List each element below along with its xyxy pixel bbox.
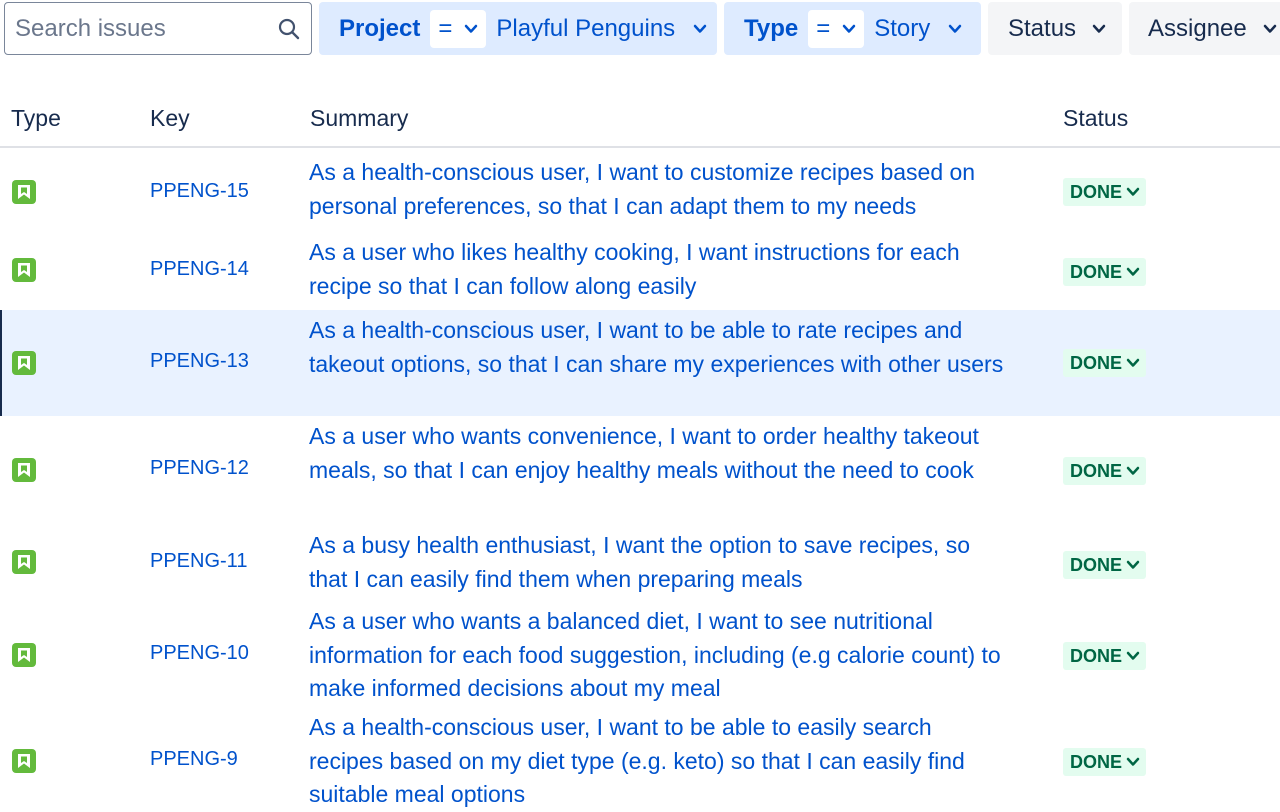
assignee-filter[interactable]: Assignee	[1129, 2, 1280, 55]
table-header: Type Key Summary Status	[0, 92, 1280, 148]
status-label: DONE	[1070, 645, 1123, 666]
status-lozenge[interactable]: DONE	[1063, 457, 1147, 485]
column-header-status[interactable]: Status	[1063, 105, 1128, 132]
chevron-down-icon	[464, 22, 478, 36]
status-filter-label: Status	[1008, 14, 1077, 42]
type-filter[interactable]: Type = Story	[724, 2, 981, 55]
project-operator-select[interactable]: =	[430, 9, 487, 48]
table-row[interactable]: PPENG-9 As a health-conscious user, I wa…	[0, 704, 1280, 808]
status-label: DONE	[1070, 261, 1123, 282]
column-header-summary[interactable]: Summary	[310, 105, 408, 132]
issue-summary-link[interactable]: As a busy health enthusiast, I want the …	[309, 529, 1009, 596]
chevron-down-icon	[1126, 356, 1140, 370]
column-header-type[interactable]: Type	[11, 105, 61, 132]
issue-key-link[interactable]: PPENG-14	[150, 258, 249, 281]
project-filter-label: Project	[339, 14, 421, 42]
status-lozenge[interactable]: DONE	[1063, 642, 1147, 670]
story-icon	[12, 258, 36, 282]
issue-key-link[interactable]: PPENG-15	[150, 180, 249, 203]
status-label: DONE	[1070, 460, 1123, 481]
table-row[interactable]: PPENG-12 As a user who wants convenience…	[0, 416, 1280, 522]
issue-key-link[interactable]: PPENG-11	[150, 550, 247, 573]
chevron-down-icon	[1126, 755, 1140, 769]
issue-summary-link[interactable]: As a user who wants a balanced diet, I w…	[309, 605, 1009, 706]
chevron-down-icon	[1126, 649, 1140, 663]
status-label: DONE	[1070, 751, 1123, 772]
chevron-down-icon	[1126, 464, 1140, 478]
table-row[interactable]: PPENG-11 As a busy health enthusiast, I …	[0, 522, 1280, 598]
story-icon	[12, 351, 36, 375]
chevron-down-icon	[1263, 22, 1277, 36]
issue-summary-link[interactable]: As a user who likes healthy cooking, I w…	[309, 236, 1009, 303]
chevron-down-icon	[1126, 265, 1140, 279]
chevron-down-icon	[1092, 22, 1106, 36]
status-lozenge[interactable]: DONE	[1063, 551, 1147, 579]
chevron-down-icon	[842, 22, 856, 36]
project-filter[interactable]: Project = Playful Penguins	[319, 2, 717, 55]
story-icon	[12, 458, 36, 482]
issue-key-link[interactable]: PPENG-10	[150, 642, 249, 665]
status-lozenge[interactable]: DONE	[1063, 258, 1147, 286]
issue-summary-link[interactable]: As a health-conscious user, I want to be…	[309, 314, 1009, 381]
type-filter-value: Story	[874, 14, 931, 42]
type-operator: =	[816, 14, 831, 42]
chevron-down-icon	[1126, 558, 1140, 572]
search-input[interactable]	[15, 3, 260, 54]
type-filter-label: Type	[744, 14, 799, 42]
issue-key-link[interactable]: PPENG-9	[150, 748, 238, 771]
chevron-down-icon	[693, 22, 707, 36]
chevron-down-icon	[948, 22, 962, 36]
column-header-key[interactable]: Key	[150, 105, 190, 132]
story-icon	[12, 749, 36, 773]
status-lozenge[interactable]: DONE	[1063, 748, 1147, 776]
search-icon[interactable]	[277, 17, 301, 41]
issue-summary-link[interactable]: As a health-conscious user, I want to cu…	[309, 156, 1009, 223]
project-filter-value: Playful Penguins	[496, 14, 676, 42]
search-box	[4, 2, 312, 55]
story-icon	[12, 180, 36, 204]
status-label: DONE	[1070, 554, 1123, 575]
table-row-selected[interactable]: PPENG-13 As a health-conscious user, I w…	[0, 310, 1280, 416]
status-lozenge[interactable]: DONE	[1063, 349, 1147, 377]
issue-key-link[interactable]: PPENG-12	[150, 457, 249, 480]
story-icon	[12, 550, 36, 574]
filter-bar: Project = Playful Penguins Type = Story …	[0, 0, 1280, 58]
status-label: DONE	[1070, 181, 1123, 202]
status-lozenge[interactable]: DONE	[1063, 178, 1147, 206]
issue-summary-link[interactable]: As a health-conscious user, I want to be…	[309, 711, 1009, 812]
table-row[interactable]: PPENG-14 As a user who likes healthy coo…	[0, 236, 1280, 310]
type-operator-select[interactable]: =	[808, 9, 865, 48]
status-filter[interactable]: Status	[988, 2, 1122, 55]
chevron-down-icon	[1126, 185, 1140, 199]
issue-key-link[interactable]: PPENG-13	[150, 350, 249, 373]
assignee-filter-label: Assignee	[1148, 14, 1247, 42]
issue-summary-link[interactable]: As a user who wants convenience, I want …	[309, 420, 1009, 487]
issues-table: Type Key Summary Status PPENG-15 As a he…	[0, 92, 1280, 807]
table-row[interactable]: PPENG-15 As a health-conscious user, I w…	[0, 156, 1280, 236]
table-row[interactable]: PPENG-10 As a user who wants a balanced …	[0, 598, 1280, 704]
project-operator: =	[438, 14, 453, 42]
status-label: DONE	[1070, 352, 1123, 373]
story-icon	[12, 643, 36, 667]
